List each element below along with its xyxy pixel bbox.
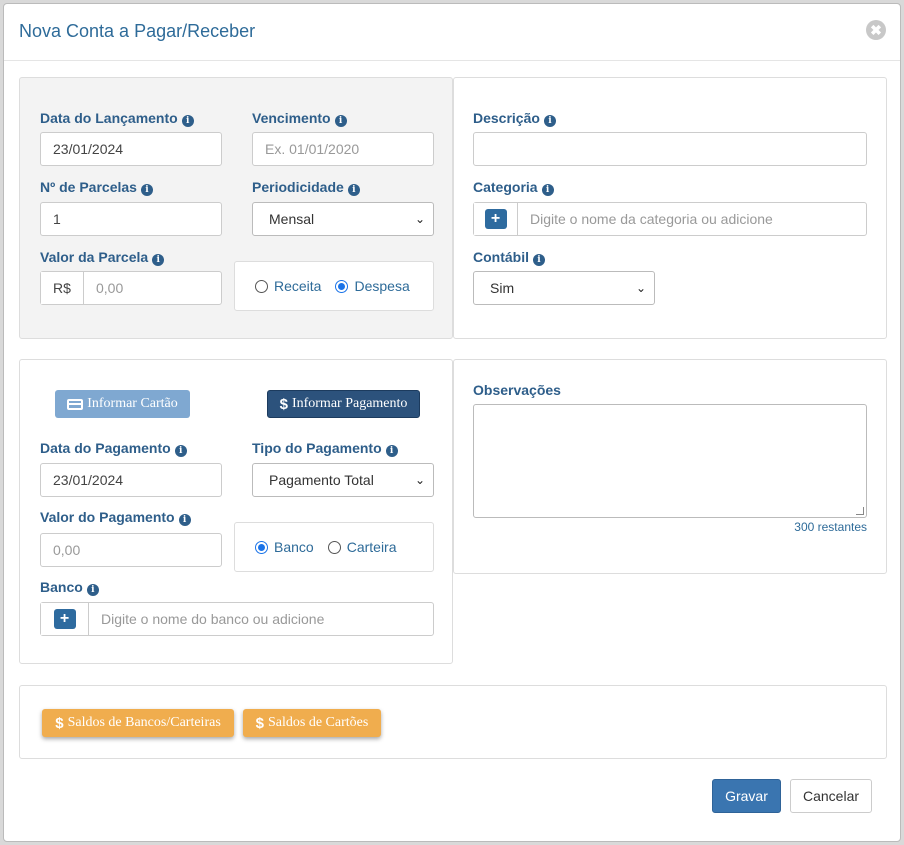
bank-label: Banco i <box>40 579 99 596</box>
installment-value-input-group: R$ 0,00 <box>40 271 222 305</box>
periodicity-select[interactable]: Mensal ⌄ <box>252 202 434 236</box>
source-radio-group: Banco Carteira <box>234 522 434 572</box>
notes-textarea[interactable] <box>473 404 867 518</box>
description-input[interactable] <box>473 132 867 166</box>
card-button-label: Informar Cartão <box>87 396 178 411</box>
save-button[interactable]: Gravar <box>712 779 781 813</box>
radio-despesa[interactable]: Despesa <box>335 278 410 294</box>
info-icon[interactable]: i <box>178 514 191 526</box>
add-bank-button[interactable]: + <box>41 603 89 635</box>
plus-icon: + <box>484 209 507 229</box>
installment-value-label: Valor da Parcela i <box>40 249 165 266</box>
card-balances-label: Saldos de Cartões <box>268 715 369 730</box>
installments-input[interactable]: 1 <box>40 202 222 236</box>
details-panel: Descrição i Categoria i + Digite o nome da… <box>453 77 887 339</box>
card-balances-button[interactable]: $ Saldos de Cartões <box>243 709 381 737</box>
pay-date-label: Data do Pagamento i <box>40 440 187 457</box>
bank-balances-button[interactable]: $ Saldos de Bancos/Carteiras <box>42 709 234 737</box>
modal-header: Nova Conta a Pagar/Receber ✖ <box>4 4 900 61</box>
launch-date-input[interactable]: 23/01/2024 <box>40 132 222 166</box>
periodicity-label: Periodicidade i <box>252 179 360 196</box>
radio-label: Banco <box>274 539 314 555</box>
description-label: Descrição i <box>473 110 556 127</box>
info-icon[interactable]: i <box>174 445 187 457</box>
launch-panel: Data do Lançamento i 23/01/2024 Venciment… <box>19 77 453 339</box>
launch-date-label: Data do Lançamento i <box>40 110 194 127</box>
pay-value-input[interactable]: 0,00 <box>40 533 222 567</box>
radio-indicator[interactable] <box>327 540 341 554</box>
balances-panel: $ Saldos de Bancos/Carteiras $ Saldos de C… <box>19 685 887 759</box>
modal-title: Nova Conta a Pagar/Receber <box>19 21 256 41</box>
due-date-input[interactable]: Ex. 01/01/2020 <box>252 132 434 166</box>
chevron-down-icon: ⌄ <box>414 473 425 487</box>
pay-type-label: Tipo do Pagamento i <box>252 440 398 457</box>
dollar-icon: $ <box>279 395 288 413</box>
info-icon[interactable]: i <box>152 254 165 266</box>
bank-balances-label: Saldos de Bancos/Carteiras <box>67 715 221 730</box>
notes-panel: Observações 300 restantes <box>453 359 887 574</box>
info-icon[interactable]: i <box>334 115 347 127</box>
accounting-select[interactable]: Sim ⌄ <box>473 271 655 305</box>
bank-input-group: + Digite o nome do banco ou adicione <box>40 602 434 636</box>
radio-indicator[interactable] <box>255 279 268 293</box>
pay-date-input[interactable]: 23/01/2024 <box>40 463 222 497</box>
radio-carteira[interactable]: Carteira <box>327 539 397 555</box>
radio-receita[interactable]: Receita <box>255 278 321 294</box>
info-icon[interactable]: i <box>543 115 556 127</box>
close-icon[interactable]: ✖ <box>866 20 886 40</box>
category-input[interactable]: Digite o nome da categoria ou adicione <box>518 203 866 235</box>
category-input-group: + Digite o nome da categoria ou adicione <box>473 202 867 236</box>
radio-label: Receita <box>274 278 322 294</box>
cancel-button[interactable]: Cancelar <box>790 779 872 813</box>
credit-card-icon <box>67 398 84 410</box>
info-icon[interactable]: i <box>86 584 99 596</box>
due-date-label: Vencimento i <box>252 110 347 127</box>
category-label: Categoria i <box>473 179 554 196</box>
notes-label: Observações <box>473 382 561 398</box>
info-icon[interactable]: i <box>533 254 545 266</box>
payment-panel: Informar Cartão $ Informar Pagamento Data… <box>19 359 453 664</box>
currency-prefix: R$ <box>41 272 84 304</box>
plus-icon: + <box>53 609 76 629</box>
info-icon[interactable]: i <box>541 184 554 196</box>
resize-handle-icon[interactable] <box>856 507 864 515</box>
pay-button[interactable]: $ Informar Pagamento <box>267 390 420 418</box>
info-icon[interactable]: i <box>347 184 360 196</box>
type-radio-group: Receita Despesa <box>234 261 434 311</box>
chevron-down-icon: ⌄ <box>414 212 425 226</box>
radio-indicator[interactable] <box>255 540 268 554</box>
new-bill-modal: Nova Conta a Pagar/Receber ✖ Data do Lan… <box>3 3 901 842</box>
info-icon[interactable]: i <box>181 115 194 127</box>
installment-value-input[interactable]: 0,00 <box>84 272 221 304</box>
radio-banco[interactable]: Banco <box>255 539 314 555</box>
add-category-button[interactable]: + <box>474 203 518 235</box>
dollar-icon: $ <box>55 714 64 732</box>
bank-input[interactable]: Digite o nome do banco ou adicione <box>89 603 433 635</box>
radio-indicator[interactable] <box>335 279 349 293</box>
pay-button-label: Informar Pagamento <box>291 396 408 411</box>
dollar-icon: $ <box>255 714 264 732</box>
info-icon[interactable]: i <box>140 184 153 196</box>
pay-type-select[interactable]: Pagamento Total ⌄ <box>252 463 434 497</box>
pay-value-label: Valor do Pagamento i <box>40 509 191 526</box>
accounting-label: Contábil i <box>473 249 545 266</box>
installments-label: Nº de Parcelas i <box>40 179 153 196</box>
radio-label: Despesa <box>354 278 410 294</box>
char-counter: 300 restantes <box>794 520 867 534</box>
radio-label: Carteira <box>346 539 397 555</box>
chevron-down-icon: ⌄ <box>635 281 646 295</box>
info-icon[interactable]: i <box>385 445 398 457</box>
card-button[interactable]: Informar Cartão <box>55 390 190 418</box>
